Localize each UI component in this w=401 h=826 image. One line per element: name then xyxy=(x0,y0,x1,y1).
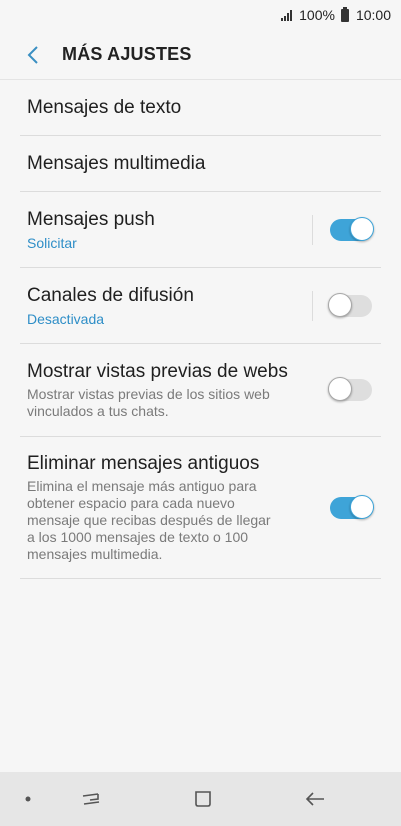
recents-button[interactable] xyxy=(61,772,121,826)
setting-subtitle: Desactivada xyxy=(27,310,105,327)
web-previews-toggle[interactable] xyxy=(328,377,372,401)
setting-subtitle: Solicitar xyxy=(27,234,77,251)
chevron-left-icon xyxy=(27,45,38,64)
settings-list: Mensajes de texto Mensajes multimedia Me… xyxy=(20,81,381,579)
setting-title: Mensajes multimedia xyxy=(27,152,206,174)
navigation-bar xyxy=(0,772,401,826)
clock: 10:00 xyxy=(355,7,391,23)
setting-text-messages[interactable]: Mensajes de texto xyxy=(20,81,381,136)
divider xyxy=(312,214,313,245)
home-button[interactable] xyxy=(173,772,233,826)
broadcast-channels-toggle[interactable] xyxy=(328,292,372,317)
recents-icon xyxy=(82,793,100,805)
push-messages-toggle[interactable] xyxy=(330,216,374,241)
app-header: MÁS AJUSTES xyxy=(0,30,401,80)
delete-old-messages-toggle[interactable] xyxy=(330,494,374,519)
setting-title: Canales de difusión xyxy=(27,284,194,306)
back-nav-button[interactable] xyxy=(285,772,345,826)
setting-title: Mostrar vistas previas de webs xyxy=(27,361,288,382)
home-icon xyxy=(195,791,211,807)
dot-icon xyxy=(25,796,31,802)
divider xyxy=(312,290,313,321)
setting-description: Elimina el mensaje más antiguo para obte… xyxy=(27,478,271,562)
setting-description: Mostrar vistas previas de los sitios web… xyxy=(27,386,270,419)
battery-percent: 100% xyxy=(299,7,335,23)
setting-broadcast-channels[interactable]: Canales de difusión Desactivada xyxy=(20,268,381,344)
setting-multimedia-messages[interactable]: Mensajes multimedia xyxy=(20,136,381,192)
signal-icon xyxy=(281,9,293,21)
setting-title: Eliminar mensajes antiguos xyxy=(27,453,260,474)
setting-title: Mensajes de texto xyxy=(27,97,182,118)
setting-push-messages[interactable]: Mensajes push Solicitar xyxy=(20,192,381,268)
page-title: MÁS AJUSTES xyxy=(62,44,192,64)
battery-icon xyxy=(340,6,349,22)
status-bar: 100% 10:00 xyxy=(0,0,401,30)
setting-delete-old-messages[interactable]: Eliminar mensajes antiguos Elimina el me… xyxy=(20,437,381,579)
nav-dot-button[interactable] xyxy=(0,772,56,826)
setting-title: Mensajes push xyxy=(27,208,155,230)
setting-web-previews[interactable]: Mostrar vistas previas de webs Mostrar v… xyxy=(20,344,381,437)
back-button[interactable] xyxy=(8,30,58,80)
back-arrow-icon xyxy=(305,792,324,806)
